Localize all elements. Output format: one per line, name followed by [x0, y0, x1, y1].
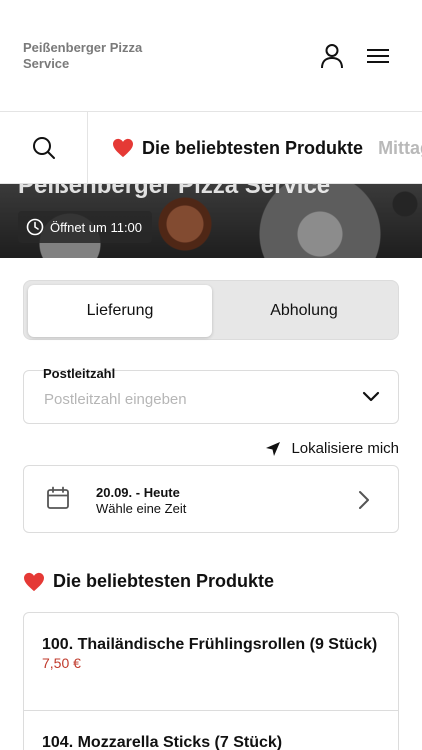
category-scroll[interactable]: Die beliebtesten Produkte Mittag [88, 112, 422, 183]
time-selector[interactable]: 20.09. - Heute Wähle eine Zeit [23, 465, 399, 533]
category-tab-popular[interactable]: Die beliebtesten Produkte [88, 138, 378, 159]
opening-status-text: Öffnet um 11:00 [50, 219, 143, 235]
pickup-option[interactable]: Abholung [212, 285, 396, 337]
selected-date: 20.09. - Heute [96, 485, 180, 500]
category-tab-lunch[interactable]: Mittag [378, 138, 422, 159]
app-header: Peißenberger Pizza Service [0, 0, 422, 112]
search-button[interactable] [0, 112, 88, 183]
product-card[interactable]: 100. Thailändische Frühlingsrollen (9 St… [24, 613, 398, 711]
product-name: 100. Thailändische Frühlingsrollen (9 St… [42, 636, 378, 653]
section-title-text: Die beliebtesten Produkte [53, 571, 275, 591]
heart-icon [24, 572, 44, 591]
section-title: Die beliebtesten Produkte [23, 571, 274, 592]
account-button[interactable] [316, 40, 348, 72]
locate-me-label: Lokalisiere mich [291, 440, 399, 457]
locate-me-button[interactable]: Lokalisiere mich [265, 440, 399, 457]
chevron-down-icon[interactable] [362, 391, 380, 403]
product-list: 100. Thailändische Frühlingsrollen (9 St… [23, 612, 399, 750]
product-price: 7,50 € [42, 655, 81, 671]
choose-time-label: Wähle eine Zeit [96, 501, 187, 516]
delivery-option[interactable]: Lieferung [28, 285, 212, 337]
clock-icon [26, 218, 44, 236]
user-icon [321, 44, 343, 69]
product-name: 104. Mozzarella Sticks (7 Stück) [42, 734, 283, 750]
chevron-right-icon [359, 491, 369, 509]
search-icon [32, 137, 55, 159]
location-arrow-icon [266, 441, 281, 456]
category-bar: Die beliebtesten Produkte Mittag [0, 112, 422, 184]
postal-code-label: Postleitzahl [43, 366, 116, 381]
heart-icon [113, 138, 133, 158]
hero-banner: Peißenberger Pizza Service Öffnet um 11:… [0, 184, 422, 258]
postal-code-input[interactable] [44, 391, 344, 408]
order-type-toggle: Lieferung Abholung [23, 280, 399, 340]
brand-name[interactable]: Peißenberger Pizza Service [23, 40, 163, 72]
calendar-icon [47, 486, 69, 509]
category-tab-label: Die beliebtesten Produkte [142, 137, 364, 158]
product-card[interactable]: 104. Mozzarella Sticks (7 Stück) [24, 711, 398, 750]
menu-button[interactable] [362, 40, 394, 72]
hamburger-menu-icon [367, 49, 389, 63]
opening-status-badge: Öffnet um 11:00 [18, 211, 153, 243]
hero-title: Peißenberger Pizza Service [18, 184, 331, 199]
